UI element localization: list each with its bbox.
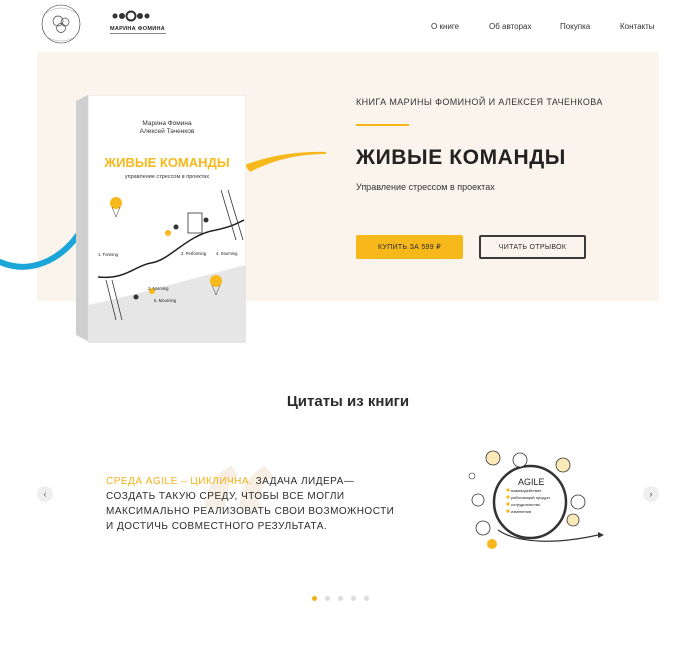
- agile-illustration: AGILE взаимодействие работающий продукт …: [458, 440, 608, 555]
- brand-logo-text: МАРИНА ФОМИНА: [110, 26, 165, 32]
- quote-text: Среда AGILE – цикличнa. Задача лидера— с…: [106, 474, 396, 534]
- agile-item-2: работающий продукт: [511, 495, 550, 500]
- quote-highlight: Среда AGILE – цикличнa.: [106, 476, 253, 487]
- read-excerpt-button[interactable]: ЧИТАТЬ ОТРЫВОК: [479, 235, 586, 259]
- slide-dot-5[interactable]: [364, 596, 369, 601]
- nav-contacts[interactable]: Контакты: [620, 22, 655, 31]
- nav-about-book[interactable]: О книге: [431, 22, 459, 31]
- brand-logo-underline: [110, 33, 166, 34]
- hero-kicker: КНИГА МАРИНЫ ФОМИНОЙ И АЛЕКСЕЯ ТАЧЕНКОВА: [356, 97, 603, 107]
- slide-dot-2[interactable]: [325, 596, 330, 601]
- book-author-1: Марина Фомина: [142, 120, 192, 127]
- slide-dot-1[interactable]: [312, 596, 317, 601]
- book-stage-1: 1. Forming: [98, 252, 119, 257]
- chevron-right-icon: ›: [649, 489, 653, 499]
- agile-cycle-illustration: AGILE взаимодействие работающий продукт …: [468, 450, 604, 549]
- book-subtitle: управление стрессом в проектах: [125, 174, 210, 180]
- hero-subtitle: Управление стрессом в проектах: [356, 182, 495, 192]
- agile-item-1: взаимодействие: [511, 488, 542, 493]
- agile-item-3: сотрудничество: [511, 502, 541, 507]
- book-cover[interactable]: Марина Фомина Алексей Таченков ЖИВЫЕ КОМ…: [76, 94, 247, 344]
- book-author-2: Алексей Таченков: [140, 127, 195, 135]
- agile-label: AGILE: [518, 477, 545, 487]
- brand-dots-icon: [112, 10, 150, 22]
- quotes-section-title: Цитаты из книги: [286, 393, 410, 410]
- nav-authors[interactable]: Об авторах: [489, 22, 531, 31]
- hero-title: ЖИВЫЕ КОМАНДЫ: [356, 146, 566, 169]
- buy-button[interactable]: КУПИТЬ ЗА 599 ₽: [356, 235, 463, 259]
- prev-slide-button[interactable]: ‹: [37, 486, 53, 502]
- brand-logo[interactable]: МАРИНА ФОМИНА: [110, 10, 168, 38]
- hero-accent-line: [356, 124, 409, 126]
- next-slide-button[interactable]: ›: [643, 486, 659, 502]
- authors-logo[interactable]: [38, 1, 84, 47]
- slider-pagination: [312, 596, 369, 601]
- slide-dot-3[interactable]: [338, 596, 343, 601]
- authors-logo-icon: [41, 4, 81, 44]
- slide-dot-4[interactable]: [351, 596, 356, 601]
- book-title: ЖИВЫЕ КОМАНДЫ: [103, 155, 229, 170]
- book-stage-2: 2. Norming: [148, 286, 169, 291]
- nav-purchase[interactable]: Покупка: [560, 22, 590, 31]
- agile-item-4: изменения: [511, 509, 531, 514]
- book-stage-6: 6. Mourning: [154, 298, 177, 303]
- book-cover-image: Марина Фомина Алексей Таченков ЖИВЫЕ КОМ…: [76, 94, 247, 344]
- book-stage-4: 4. Storming: [216, 251, 238, 256]
- chevron-left-icon: ‹: [43, 489, 47, 499]
- book-stage-3: 3. Performing: [181, 251, 207, 256]
